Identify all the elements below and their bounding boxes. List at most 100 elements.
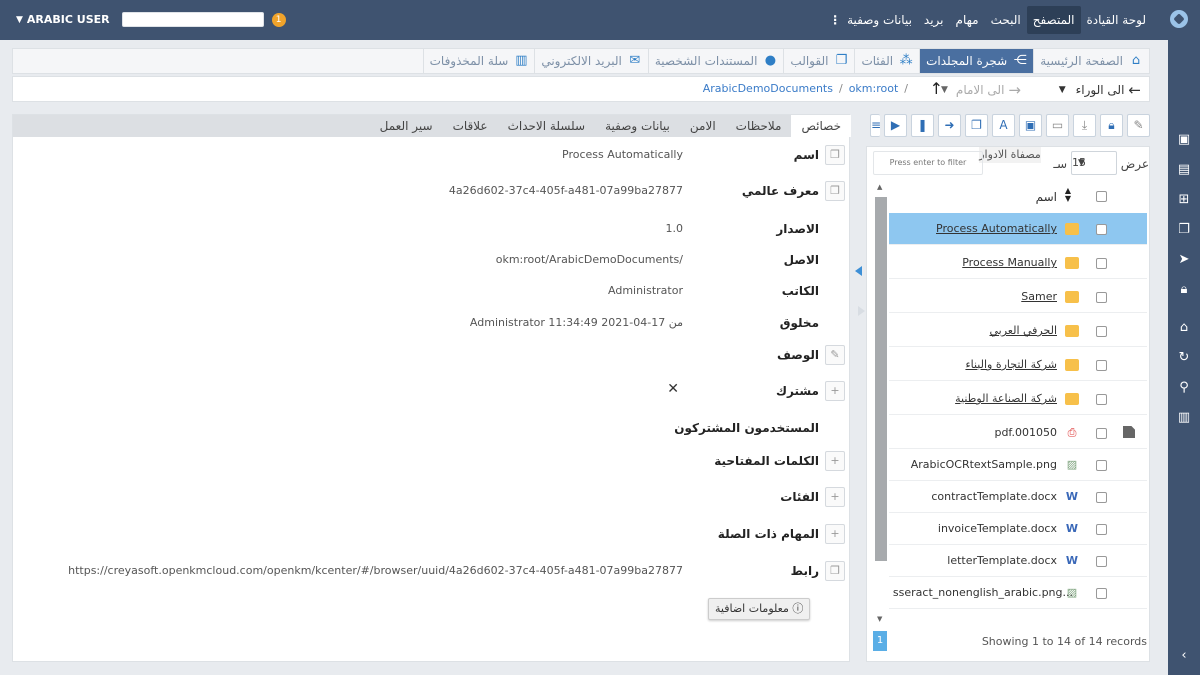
tab-properties[interactable]: خصائص bbox=[791, 115, 851, 137]
row-checkbox[interactable] bbox=[1096, 292, 1107, 303]
row-checkbox[interactable] bbox=[1096, 460, 1107, 471]
copy-icon[interactable]: ❐ bbox=[825, 181, 845, 201]
user-dropdown-icon[interactable]: ▼ bbox=[16, 15, 23, 25]
row-checkbox[interactable] bbox=[1096, 224, 1107, 235]
add-icon[interactable]: + bbox=[825, 451, 845, 471]
play-icon[interactable]: ▶ bbox=[884, 114, 907, 137]
back-button[interactable]: ← الى الوراء ▼ bbox=[1059, 81, 1141, 99]
row-checkbox[interactable] bbox=[1096, 492, 1107, 503]
filter-input[interactable]: Press enter to filter bbox=[873, 151, 983, 175]
item-name[interactable]: contractTemplate.docx bbox=[931, 490, 1057, 503]
row-checkbox[interactable] bbox=[1096, 556, 1107, 567]
expand-right-icon[interactable] bbox=[858, 306, 865, 316]
copy-icon[interactable]: ❐ bbox=[825, 145, 845, 165]
breadcrumb-folder[interactable]: ArabicDemoDocuments bbox=[703, 82, 833, 95]
menu-tasks[interactable]: مهام bbox=[950, 0, 985, 40]
list-item[interactable]: W letterTemplate.docx bbox=[889, 545, 1147, 577]
tab-home[interactable]: ⌂ الصفحة الرئيسية bbox=[1033, 49, 1149, 73]
tab-history[interactable]: سلسلة الاحداث bbox=[498, 115, 595, 137]
list-item[interactable]: الحرفي العربي bbox=[889, 315, 1147, 347]
tab-security[interactable]: الامن bbox=[680, 115, 726, 137]
page-number-button[interactable]: 1 bbox=[873, 631, 887, 651]
menu-dashboard[interactable]: لوحة القيادة bbox=[1081, 0, 1153, 40]
more-menu-icon[interactable]: ⋮ bbox=[829, 0, 841, 40]
list-item[interactable]: شركة الصناعة الوطنية bbox=[889, 383, 1147, 415]
page-size-select[interactable]: 15 ▼ bbox=[1071, 151, 1117, 175]
tab-notes[interactable]: ملاحظات bbox=[726, 115, 792, 137]
breadcrumb-root[interactable]: okm:root bbox=[849, 82, 899, 95]
item-name[interactable]: ArabicOCRtextSample.png bbox=[911, 458, 1057, 471]
list-item[interactable]: Samer bbox=[889, 281, 1147, 313]
tab-metadata[interactable]: بيانات وصفية bbox=[595, 115, 680, 137]
copy-icon[interactable]: ❐ bbox=[965, 114, 988, 137]
item-name[interactable]: Samer bbox=[1021, 290, 1057, 303]
list-item[interactable]: شركة التجارة والبناء bbox=[889, 349, 1147, 381]
copy-icon[interactable]: ❐ bbox=[825, 561, 845, 581]
panel-splitter[interactable] bbox=[852, 114, 865, 662]
list-item[interactable]: Process Manually bbox=[889, 247, 1147, 279]
list-item[interactable]: Process Automatically bbox=[889, 213, 1147, 245]
item-name[interactable]: Process Manually bbox=[962, 256, 1057, 269]
sort-icon[interactable]: ▲ ▼ bbox=[1065, 187, 1071, 203]
list-scrollbar[interactable]: ▲ ▼ bbox=[875, 183, 887, 623]
row-checkbox[interactable] bbox=[1096, 428, 1107, 439]
edit-icon[interactable]: ✎ bbox=[825, 345, 845, 365]
scanner-icon[interactable]: ▭ bbox=[1046, 114, 1069, 137]
menu-browser[interactable]: المتصفح bbox=[1026, 6, 1081, 34]
list-item[interactable]: ⎙ pdf.001050 bbox=[889, 417, 1147, 449]
notification-badge[interactable]: 1 bbox=[271, 12, 286, 27]
lock-icon[interactable]: 🔒︎ bbox=[1176, 282, 1192, 298]
copy-icon[interactable]: ❐ bbox=[1176, 222, 1192, 238]
list-item[interactable]: ▨ ArabicOCRtextSample.png bbox=[889, 449, 1147, 481]
tab-personal-docs[interactable]: ● المستندات الشخصية bbox=[647, 49, 784, 73]
forward-button[interactable]: → الى الامام ▼ bbox=[941, 81, 1021, 99]
extra-info-button[interactable]: ⓘ معلومات اضافية bbox=[708, 598, 811, 620]
column-name-header[interactable]: اسم bbox=[1036, 190, 1057, 204]
menu-metadata[interactable]: بيانات وصفية bbox=[841, 0, 918, 40]
tab-categories[interactable]: ⁂ الفئات bbox=[854, 49, 919, 73]
item-name[interactable]: letterTemplate.docx bbox=[947, 554, 1057, 567]
tab-trash[interactable]: ▥ سلة المخذوفات bbox=[422, 49, 535, 73]
item-name[interactable]: pdf.001050 bbox=[994, 426, 1057, 439]
edit-icon[interactable]: ✎ bbox=[1127, 114, 1150, 137]
row-checkbox[interactable] bbox=[1096, 394, 1107, 405]
row-checkbox[interactable] bbox=[1096, 258, 1107, 269]
list-item[interactable]: W invoiceTemplate.docx bbox=[889, 513, 1147, 545]
search-icon[interactable]: ⚲ bbox=[1176, 380, 1192, 396]
item-name[interactable]: invoiceTemplate.docx bbox=[938, 522, 1057, 535]
add-icon[interactable]: ⊞ bbox=[1176, 192, 1192, 208]
add-icon[interactable]: + bbox=[825, 524, 845, 544]
collapse-left-icon[interactable] bbox=[855, 266, 862, 276]
tab-workflow[interactable]: سير العمل bbox=[370, 115, 443, 137]
app-logo-icon[interactable] bbox=[1170, 10, 1188, 28]
item-name[interactable]: شركة الصناعة الوطنية bbox=[955, 392, 1057, 405]
lock-icon[interactable]: 🔒︎ bbox=[1100, 114, 1123, 137]
refresh-icon[interactable]: ↻ bbox=[1176, 350, 1192, 366]
download-icon[interactable]: ⤓ bbox=[1073, 114, 1096, 137]
select-all-checkbox[interactable] bbox=[1096, 191, 1107, 202]
new-folder-icon[interactable]: ▤ bbox=[1176, 162, 1192, 178]
add-icon[interactable]: + bbox=[825, 381, 845, 401]
menu-search[interactable]: البحث bbox=[985, 0, 1027, 40]
list-item[interactable]: ▨ sseract_nonenglish_arabic.png... bbox=[889, 577, 1147, 609]
more-icon[interactable]: ≡ bbox=[870, 114, 881, 137]
menu-mail[interactable]: بريد bbox=[918, 0, 950, 40]
tab-templates[interactable]: ❐ القوالب bbox=[783, 49, 854, 73]
trash-icon[interactable]: ▥ bbox=[1176, 410, 1192, 426]
item-name[interactable]: Process Automatically bbox=[936, 222, 1057, 235]
list-item[interactable]: W contractTemplate.docx bbox=[889, 481, 1147, 513]
bookmark-icon[interactable]: ❚ bbox=[911, 114, 934, 137]
tab-email[interactable]: ✉ البريد الالكتروني bbox=[534, 49, 648, 73]
row-checkbox[interactable] bbox=[1096, 524, 1107, 535]
new-document-icon[interactable]: ▣ bbox=[1176, 132, 1192, 148]
row-checkbox[interactable] bbox=[1096, 588, 1107, 599]
text-icon[interactable]: A bbox=[992, 114, 1015, 137]
item-name[interactable]: شركة التجارة والبناء bbox=[965, 358, 1057, 371]
item-name[interactable]: sseract_nonenglish_arabic.png... bbox=[893, 586, 1073, 599]
row-checkbox[interactable] bbox=[1096, 326, 1107, 337]
tab-folder-tree[interactable]: ⋲ شجرة المجلدات bbox=[919, 49, 1034, 73]
add-icon[interactable]: + bbox=[825, 487, 845, 507]
scroll-thumb[interactable] bbox=[875, 197, 887, 561]
tab-relations[interactable]: علاقات bbox=[443, 115, 498, 137]
item-name[interactable]: الحرفي العربي bbox=[989, 324, 1057, 337]
